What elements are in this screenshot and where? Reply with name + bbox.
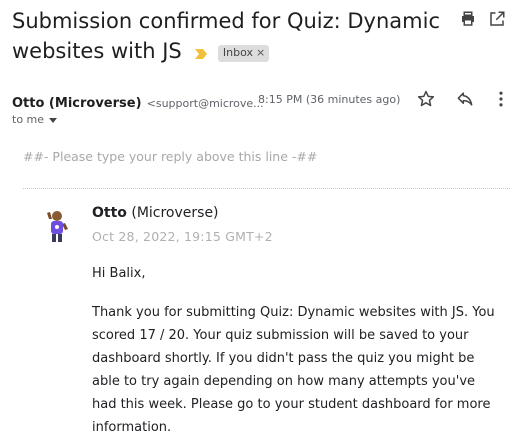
reply-icon[interactable] bbox=[455, 89, 475, 109]
print-icon[interactable] bbox=[459, 10, 477, 28]
chevron-down-icon bbox=[49, 117, 58, 123]
sender-name[interactable]: Otto (Microverse) bbox=[12, 96, 142, 111]
to-me-label: to me bbox=[12, 113, 45, 126]
star-icon[interactable] bbox=[416, 89, 436, 109]
message-date: Oct 28, 2022, 19:15 GMT+2 bbox=[92, 229, 273, 244]
message-sender: Otto (Microverse) bbox=[92, 205, 219, 221]
greeting: Hi Balix, bbox=[92, 266, 146, 281]
sender-email: <support@microve... bbox=[146, 97, 264, 110]
email-timestamp: 8:15 PM (36 minutes ago) bbox=[258, 93, 401, 106]
inbox-label: Inbox × bbox=[217, 45, 270, 62]
message-body: Thank you for submitting Quiz: Dynamic w… bbox=[92, 305, 495, 435]
reply-hint: ##- Please type your reply above this li… bbox=[23, 149, 318, 164]
divider bbox=[23, 188, 510, 189]
inbox-label-text: Inbox bbox=[222, 46, 254, 59]
subject-row: Submission confirmed for Quiz: Dynamic w… bbox=[12, 6, 452, 66]
message-sender-org: (Microverse) bbox=[126, 205, 219, 221]
more-vert-icon[interactable] bbox=[494, 89, 508, 109]
avatar-icon bbox=[47, 211, 68, 242]
open-in-new-window-icon[interactable] bbox=[488, 10, 506, 28]
remove-label-button[interactable]: × bbox=[256, 46, 265, 59]
message-sender-name: Otto bbox=[92, 205, 127, 221]
sender-line: Otto (Microverse) <support@microve... bbox=[12, 92, 264, 111]
important-marker-icon[interactable] bbox=[194, 48, 207, 59]
recipients-toggle[interactable]: to me bbox=[12, 113, 58, 126]
